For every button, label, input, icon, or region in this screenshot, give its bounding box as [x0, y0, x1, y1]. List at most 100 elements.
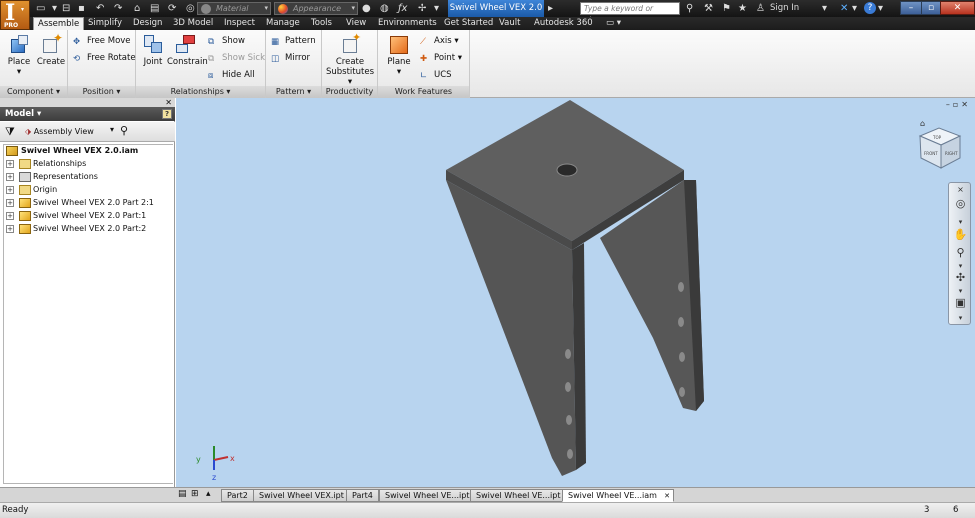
- show-button[interactable]: ⧉ Show: [208, 35, 245, 47]
- create-substitutes-button[interactable]: ✦ Create Substitutes ▾: [324, 32, 376, 87]
- tab-view[interactable]: View: [342, 17, 370, 30]
- navbar-customize-icon[interactable]: ▾: [952, 311, 969, 325]
- new-dropdown-icon[interactable]: ▾: [52, 2, 57, 15]
- create-button[interactable]: ✦ Create: [36, 32, 66, 67]
- tab-environments[interactable]: Environments: [374, 17, 441, 30]
- inventor-logo[interactable]: I PRO ▾: [0, 0, 30, 30]
- steering-wheel-icon[interactable]: ◎: [952, 197, 969, 211]
- sign-in-button[interactable]: Sign In: [770, 2, 799, 15]
- quick-access-dropdown-icon[interactable]: ▾: [434, 2, 439, 15]
- place-button[interactable]: Place ▾: [4, 33, 34, 77]
- measure-icon[interactable]: ✢: [418, 2, 426, 15]
- search-input[interactable]: Type a keyword or phrase: [580, 2, 680, 24]
- assembly-view-dropdown[interactable]: ⬗ Assembly View: [25, 124, 110, 139]
- expand-icon[interactable]: +: [6, 186, 14, 194]
- maximize-button[interactable]: ▫: [921, 1, 941, 15]
- point-button[interactable]: ✚ Point ▾: [420, 52, 462, 64]
- minimize-button[interactable]: –: [900, 1, 922, 15]
- browser-title[interactable]: Model ▾?: [0, 107, 175, 121]
- tile-vertical-icon[interactable]: ⊞: [191, 489, 199, 499]
- appearance-dropdown[interactable]: Appearance ▾: [274, 2, 358, 15]
- tab-3d-model[interactable]: 3D Model: [169, 17, 217, 30]
- ucs-button[interactable]: ∟ UCS: [420, 69, 452, 81]
- expand-icon[interactable]: +: [6, 173, 14, 181]
- tab-manage[interactable]: Manage: [262, 17, 304, 30]
- update-icon[interactable]: ⟳: [168, 2, 176, 15]
- tab-close-icon[interactable]: ✕: [664, 490, 670, 502]
- expand-icon[interactable]: +: [6, 212, 14, 220]
- wrench-icon[interactable]: ⚒: [704, 2, 713, 15]
- tile-horizontal-icon[interactable]: ▤: [178, 489, 187, 499]
- chevron-down-icon[interactable]: ▾: [952, 215, 969, 229]
- tab-get-started[interactable]: Get Started: [440, 17, 497, 30]
- exchange-apps-icon[interactable]: ✕: [840, 2, 848, 15]
- pan-icon[interactable]: ✋: [952, 228, 969, 242]
- color-override-icon[interactable]: ●: [362, 2, 371, 15]
- doc-tab-active[interactable]: Swivel Wheel VE...iam ✕: [562, 489, 674, 502]
- plane-button[interactable]: Plane ▾: [384, 33, 414, 77]
- tab-design[interactable]: Design: [129, 17, 166, 30]
- clear-appearance-icon[interactable]: ◍: [380, 2, 389, 15]
- signin-dropdown-icon[interactable]: ▾: [822, 2, 827, 15]
- expand-icon[interactable]: +: [6, 160, 14, 168]
- doc-tab[interactable]: Swivel Wheel VE...ipt: [379, 489, 476, 502]
- constrain-button[interactable]: Constrain: [167, 33, 208, 67]
- viewcube[interactable]: TOP FRONT RIGHT ⌂: [918, 119, 962, 169]
- position-group-title[interactable]: Position ▾: [68, 86, 135, 98]
- hide-all-button[interactable]: ⧈ Hide All: [208, 69, 255, 81]
- tab-inspect[interactable]: Inspect: [220, 17, 259, 30]
- binoculars-icon[interactable]: ⚲: [120, 124, 128, 137]
- save-icon[interactable]: ▪: [78, 2, 85, 15]
- home-view-icon[interactable]: ⌂: [920, 119, 925, 128]
- close-window-button[interactable]: ✕: [940, 1, 975, 15]
- browser-help-icon[interactable]: ?: [162, 109, 172, 119]
- help-button[interactable]: ?: [864, 2, 876, 14]
- doc-list-icon[interactable]: ▴: [206, 489, 211, 499]
- tab-tools[interactable]: Tools: [307, 17, 336, 30]
- look-at-icon[interactable]: ▣: [952, 296, 969, 310]
- home-icon[interactable]: ⌂: [134, 2, 140, 15]
- free-move-button[interactable]: ✥ Free Move: [73, 35, 131, 47]
- fx-parameters-icon[interactable]: ƒx: [398, 2, 407, 15]
- joint-button[interactable]: Joint: [139, 33, 167, 67]
- axis-button[interactable]: ⟋ Axis ▾: [420, 35, 459, 47]
- pattern-button[interactable]: ▦ Pattern: [271, 35, 316, 47]
- binoculars-icon[interactable]: ⚲: [686, 2, 693, 15]
- new-icon[interactable]: ▭: [36, 2, 45, 15]
- free-rotate-button[interactable]: ⟲ Free Rotate: [73, 52, 136, 64]
- show-sick-button[interactable]: ⧉ Show Sick: [208, 52, 265, 64]
- tab-vault[interactable]: Vault: [495, 17, 524, 30]
- expand-icon[interactable]: +: [6, 225, 14, 233]
- navbar-close-icon[interactable]: ×: [952, 183, 969, 197]
- doc-tab[interactable]: Swivel Wheel VEX.ipt: [253, 489, 350, 502]
- doc-tab[interactable]: Swivel Wheel VE...ipt: [470, 489, 567, 502]
- mirror-button[interactable]: ◫ Mirror: [271, 52, 310, 64]
- pattern-group-title[interactable]: Pattern ▾: [266, 86, 321, 98]
- chevron-down-icon[interactable]: ▾: [110, 125, 114, 134]
- undo-icon[interactable]: ↶: [96, 2, 104, 15]
- browser-close-icon[interactable]: ✕: [0, 98, 175, 107]
- exchange-dropdown-icon[interactable]: ▾: [852, 2, 857, 15]
- user-icon[interactable]: ♙: [756, 2, 765, 15]
- expand-icon[interactable]: +: [6, 199, 14, 207]
- orbit-icon[interactable]: ✣: [952, 271, 969, 285]
- material-dropdown[interactable]: Material ▾: [197, 2, 271, 15]
- filter-icon[interactable]: ⧩: [5, 125, 15, 139]
- graphics-viewport[interactable]: –▫✕ y x z TOP FRONT RIGHT ⌂ × ◎ ▾ ✋ ⚲ ▾ …: [176, 98, 975, 487]
- select-icon[interactable]: ◎: [186, 2, 195, 15]
- zoom-icon[interactable]: ⚲: [952, 246, 969, 260]
- tab-simplify[interactable]: Simplify: [84, 17, 126, 30]
- projects-icon[interactable]: ▤: [150, 2, 159, 15]
- favorites-star-icon[interactable]: ★: [738, 2, 747, 15]
- ribbon-display-toggle-icon[interactable]: ▭ ▾: [602, 17, 625, 30]
- open-icon[interactable]: ⊟: [62, 2, 70, 15]
- component-group-title[interactable]: Component ▾: [0, 86, 67, 98]
- relationships-group-title[interactable]: Relationships ▾: [136, 86, 265, 98]
- tab-autodesk-360[interactable]: Autodesk 360: [530, 17, 597, 30]
- doc-tab[interactable]: Part4: [346, 489, 379, 502]
- redo-icon[interactable]: ↷: [114, 2, 122, 15]
- doc-tab[interactable]: Part2: [221, 489, 254, 502]
- help-dropdown-icon[interactable]: ▾: [878, 2, 883, 15]
- exchange-icon[interactable]: ⚑: [722, 2, 731, 15]
- tab-assemble[interactable]: Assemble: [33, 17, 85, 30]
